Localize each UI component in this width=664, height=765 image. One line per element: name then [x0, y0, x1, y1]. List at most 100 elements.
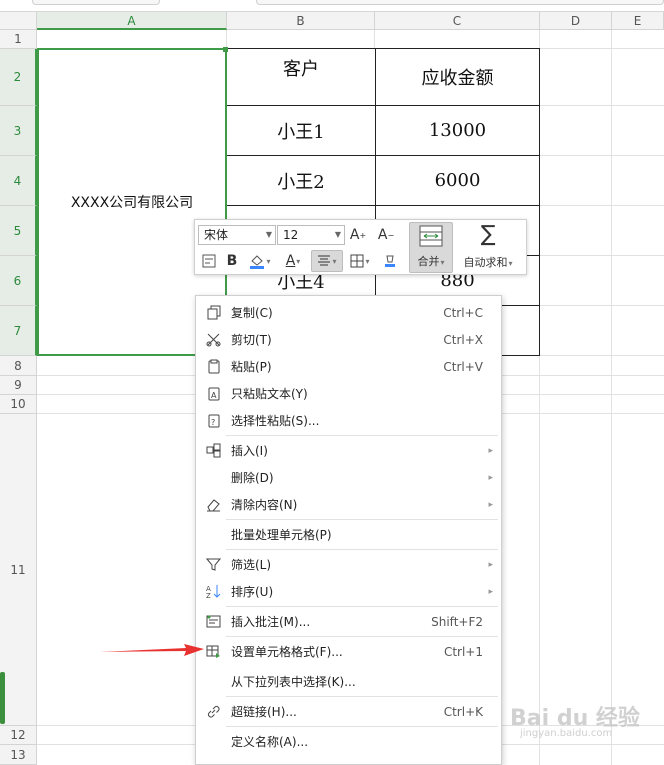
menu-item-shortcut: Ctrl+V — [443, 359, 483, 374]
row-header-8[interactable]: 8 — [0, 356, 37, 376]
table-cell-amount-1[interactable]: 13000 — [375, 105, 540, 156]
chevron-down-icon: ▼ — [334, 230, 341, 239]
merge-label: 合并 — [417, 255, 440, 268]
menu-item-paste[interactable]: 粘贴(P) Ctrl+V — [196, 353, 501, 380]
menu-item-shortcut: Ctrl+X — [443, 332, 483, 347]
submenu-arrow-icon: ▸ — [488, 445, 493, 456]
table-header-customer[interactable]: 客户 — [226, 48, 376, 106]
row-header-3[interactable]: 3 — [0, 106, 37, 156]
menu-item-shortcut: Shift+F2 — [431, 614, 483, 629]
sigma-icon: ∑ — [480, 222, 496, 247]
format-painter-icon[interactable] — [199, 250, 219, 272]
menu-item-paste-special[interactable]: ? 选择性粘贴(S)... — [196, 407, 501, 434]
row-header-2[interactable]: 2 — [0, 49, 37, 106]
font-size-select[interactable]: 12 ▼ — [277, 225, 345, 245]
menu-item-shortcut: Ctrl+C — [443, 305, 483, 320]
menu-item-label: 定义名称(A)... — [231, 735, 309, 749]
fill-handle[interactable] — [223, 47, 228, 52]
menu-separator — [226, 726, 498, 727]
menu-item-label: 清除内容(N) — [231, 498, 298, 512]
row-header-6[interactable]: 6 — [0, 256, 37, 306]
menu-separator — [226, 519, 498, 520]
menu-item-filter[interactable]: 筛选(L) ▸ — [196, 551, 501, 578]
menu-item-hyperlink[interactable]: 超链接(H)... Ctrl+K — [196, 698, 501, 725]
table-header-receivable[interactable]: 应收金额 — [375, 48, 540, 106]
menu-item-insert-comment[interactable]: 插入批注(M)... Shift+F2 — [196, 608, 501, 635]
decrease-font-icon[interactable]: A − — [375, 224, 397, 246]
fill-color-icon[interactable]: ▾ — [245, 250, 275, 272]
annotation-arrow-icon — [100, 644, 204, 656]
row-header-11[interactable]: 11 — [0, 414, 37, 726]
column-header-c[interactable]: C — [375, 12, 540, 30]
menu-item-label: 删除(D) — [231, 471, 274, 485]
increase-font-icon[interactable]: A + — [347, 224, 369, 246]
submenu-arrow-icon: ▸ — [488, 472, 493, 483]
row-header-13[interactable]: 13 — [0, 745, 37, 765]
baidu-watermark-url: jingyan.baidu.com — [520, 728, 613, 739]
menu-item-label: 粘贴(P) — [231, 360, 272, 374]
menu-item-shortcut: Ctrl+1 — [443, 644, 483, 659]
svg-text:A: A — [211, 391, 217, 400]
font-name-value: 宋体 — [204, 228, 229, 242]
column-header-a[interactable]: A — [37, 12, 227, 30]
row-header-10[interactable]: 10 — [0, 395, 37, 414]
column-header-d[interactable]: D — [540, 12, 612, 30]
menu-item-format-cells[interactable]: 设置单元格格式(F)... Ctrl+1 — [196, 638, 501, 665]
mini-toolbar: 宋体 ▼ 12 ▼ A + A − B ▾ A ▾ ▾ ▾ 合并▾ ∑ 自动求和▾ — [194, 219, 527, 275]
menu-item-define-name[interactable]: 定义名称(A)... — [196, 728, 501, 755]
row-header-4[interactable]: 4 — [0, 156, 37, 206]
menu-item-batch-process[interactable]: 批量处理单元格(P) — [196, 521, 501, 548]
row-header-12[interactable]: 12 — [0, 726, 37, 745]
autosum-label: 自动求和 — [463, 256, 508, 269]
chevron-down-icon: ▼ — [265, 230, 272, 239]
align-center-icon[interactable]: ▾ — [311, 250, 343, 272]
row-header-5[interactable]: 5 — [0, 206, 37, 256]
menu-item-clear-contents[interactable]: 清除内容(N) ▸ — [196, 491, 501, 518]
svg-text:Z: Z — [206, 592, 211, 599]
submenu-arrow-icon: ▸ — [488, 586, 493, 597]
paste-special-icon: ? — [205, 412, 222, 429]
filter-icon — [205, 556, 222, 573]
tab-edge — [32, 0, 160, 5]
menu-item-label: 设置单元格格式(F)... — [231, 645, 343, 659]
grid-line — [611, 30, 612, 765]
table-cell-amount-2[interactable]: 6000 — [375, 155, 540, 206]
row-header-1[interactable]: 1 — [0, 30, 37, 49]
svg-text:?: ? — [211, 418, 215, 427]
menu-item-label: 插入批注(M)... — [231, 615, 311, 629]
table-cell-customer-1[interactable]: 小王1 — [226, 105, 376, 156]
font-color-icon[interactable]: A ▾ — [279, 250, 307, 272]
table-cell-customer-2[interactable]: 小王2 — [226, 155, 376, 206]
row-header-9[interactable]: 9 — [0, 376, 37, 395]
menu-item-sort[interactable]: AZ 排序(U) ▸ — [196, 578, 501, 605]
select-all-corner[interactable] — [0, 12, 37, 30]
bold-icon[interactable]: B — [222, 250, 242, 272]
menu-separator — [226, 606, 498, 607]
menu-item-insert[interactable]: 插入(I) ▸ — [196, 437, 501, 464]
menu-item-label: 只粘贴文本(Y) — [231, 387, 308, 401]
comment-icon — [205, 613, 222, 630]
autosum-button[interactable]: ∑ 自动求和▾ — [457, 222, 519, 273]
merge-button[interactable]: 合并▾ — [409, 222, 453, 273]
menu-item-label: 复制(C) — [231, 306, 273, 320]
menu-item-shortcut: Ctrl+K — [443, 704, 483, 719]
menu-separator — [226, 636, 498, 637]
company-name: XXXX公司有限公司 — [70, 195, 194, 211]
paste-icon — [205, 358, 222, 375]
clear-format-icon[interactable] — [378, 250, 402, 272]
column-header-e[interactable]: E — [612, 12, 664, 30]
paste-text-icon: A — [205, 385, 222, 402]
font-size-value: 12 — [283, 228, 299, 242]
submenu-arrow-icon: ▸ — [488, 559, 493, 570]
borders-icon[interactable]: ▾ — [345, 250, 375, 272]
row-header-7[interactable]: 7 — [0, 306, 37, 356]
menu-item-pick-from-list[interactable]: 从下拉列表中选择(K)... — [196, 668, 501, 695]
menu-item-cut[interactable]: 剪切(T) Ctrl+X — [196, 326, 501, 353]
font-name-select[interactable]: 宋体 ▼ — [198, 225, 276, 245]
menu-separator — [226, 696, 498, 697]
menu-item-paste-text-only[interactable]: A 只粘贴文本(Y) — [196, 380, 501, 407]
column-header-b[interactable]: B — [227, 12, 375, 30]
menu-item-copy[interactable]: 复制(C) Ctrl+C — [196, 299, 501, 326]
scroll-marker — [0, 672, 5, 724]
menu-item-delete[interactable]: 删除(D) ▸ — [196, 464, 501, 491]
